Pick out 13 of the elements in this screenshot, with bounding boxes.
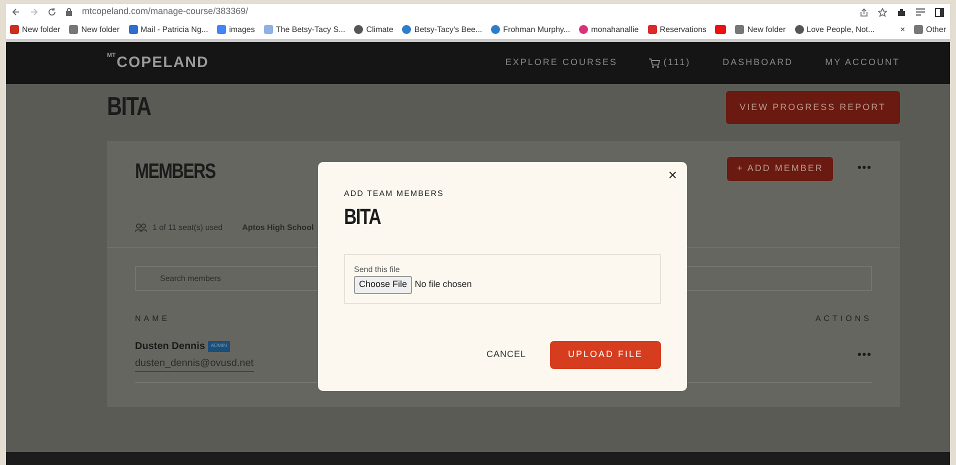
column-header: NAME [135,313,170,325]
file-status: No file chosen [414,278,472,291]
member-name: Dusten Dennis [135,340,206,354]
school-name: Aptos High School [242,222,314,234]
page-title: BITA [107,93,151,119]
modal-eyebrow: ADD TEAM MEMBERS [344,188,445,200]
section-title: MEMBERS [135,161,216,182]
file-label: Send this file [354,264,401,276]
logo: COPELAND [116,52,209,73]
column-header: ACTIONS [815,313,872,325]
modal-title: BITA [344,206,382,228]
member-email: dusten_dennis@ovusd.net [135,356,254,372]
seats-text: 1 of 11 seat(s) used [152,222,223,234]
